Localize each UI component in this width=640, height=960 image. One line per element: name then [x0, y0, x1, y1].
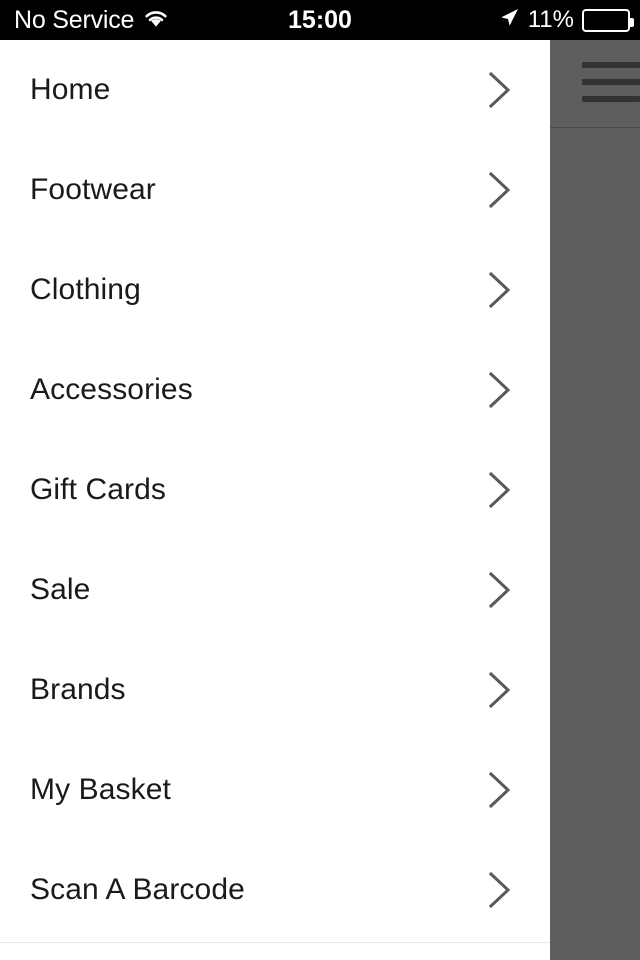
- chevron-right-icon: [488, 71, 512, 109]
- navigation-drawer: Home Footwear Clothing Accessories Gift …: [0, 40, 550, 960]
- menu-item-home[interactable]: Home: [0, 40, 550, 140]
- hamburger-menu-icon[interactable]: [582, 62, 640, 104]
- menu-item-brands[interactable]: Brands: [0, 640, 550, 740]
- dimmed-content-panel[interactable]: [550, 40, 640, 960]
- menu-item-label: Brands: [30, 673, 126, 706]
- chevron-right-icon: [488, 171, 512, 209]
- menu-item-label: My Basket: [30, 773, 171, 806]
- chevron-right-icon: [488, 471, 512, 509]
- drawer-menu-list: Home Footwear Clothing Accessories Gift …: [0, 40, 550, 940]
- chevron-right-icon: [488, 571, 512, 609]
- menu-item-label: Scan A Barcode: [30, 873, 245, 906]
- location-arrow-icon: [498, 7, 520, 34]
- status-bar-right: 11%: [498, 0, 634, 40]
- menu-item-sale[interactable]: Sale: [0, 540, 550, 640]
- chevron-right-icon: [488, 871, 512, 909]
- battery-icon: [582, 8, 634, 32]
- status-bar: No Service 15:00 11%: [0, 0, 640, 40]
- app-screen: Home Footwear Clothing Accessories Gift …: [0, 0, 640, 960]
- clock-label: 15:00: [288, 5, 352, 34]
- menu-item-label: Home: [30, 73, 111, 106]
- content-navigation-bar: [550, 40, 640, 128]
- chevron-right-icon: [488, 771, 512, 809]
- status-bar-left: No Service: [14, 0, 169, 40]
- menu-item-gift-cards[interactable]: Gift Cards: [0, 440, 550, 540]
- menu-item-label: Accessories: [30, 373, 193, 406]
- list-bottom-divider: [0, 942, 550, 943]
- menu-item-my-basket[interactable]: My Basket: [0, 740, 550, 840]
- menu-item-label: Clothing: [30, 273, 141, 306]
- menu-item-label: Footwear: [30, 173, 156, 206]
- menu-item-scan-a-barcode[interactable]: Scan A Barcode: [0, 840, 550, 940]
- menu-item-clothing[interactable]: Clothing: [0, 240, 550, 340]
- wifi-icon: [143, 8, 169, 33]
- carrier-label: No Service: [14, 5, 135, 34]
- battery-percent-label: 11%: [527, 6, 574, 33]
- chevron-right-icon: [488, 371, 512, 409]
- menu-item-footwear[interactable]: Footwear: [0, 140, 550, 240]
- menu-item-label: Gift Cards: [30, 473, 167, 506]
- menu-item-label: Sale: [30, 573, 91, 606]
- chevron-right-icon: [488, 671, 512, 709]
- menu-item-accessories[interactable]: Accessories: [0, 340, 550, 440]
- chevron-right-icon: [488, 271, 512, 309]
